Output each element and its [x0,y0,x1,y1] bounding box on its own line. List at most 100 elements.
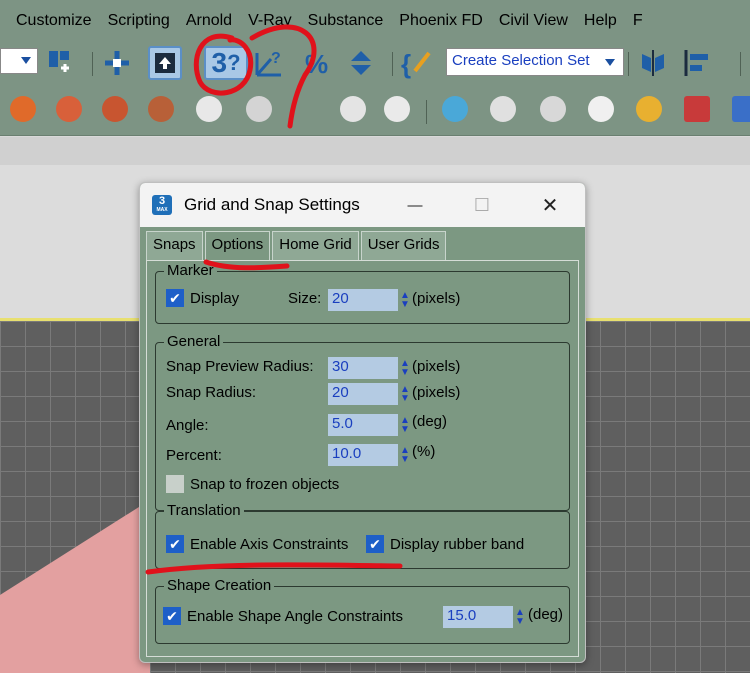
menu-vray[interactable]: V-Ray [232,12,292,30]
snaps-toggle-icon[interactable]: 3? [204,46,248,80]
shape-creation-group: Shape Creation ✔ Enable Shape Angle Cons… [155,577,570,644]
angle-unit: (deg) [412,413,448,430]
display-checkbox[interactable]: ✔ Display [166,289,239,307]
fire-delete-icon[interactable] [56,96,82,122]
spinner-arrows-icon[interactable]: ▲ ▼ [515,606,525,628]
spinner-arrows-icon[interactable]: ▲ ▼ [400,444,410,466]
select-and-link-icon[interactable] [44,46,78,80]
glass-icon[interactable] [540,96,566,122]
snap-frozen-label: Snap to frozen objects [190,475,340,493]
translation-group: Translation ✔ Enable Axis Constraints ✔ … [155,502,570,569]
smoke-icon[interactable] [102,96,128,122]
shape-angle-spinner[interactable]: 15.0 ▲ ▼ [443,606,525,628]
align-icon[interactable] [680,46,714,80]
percent-spinner[interactable]: 10.0 ▲ ▼ [328,444,410,466]
spinner-snap-icon[interactable] [344,46,378,80]
menu-substance[interactable]: Substance [292,12,384,30]
angle-snap-icon[interactable]: ? [252,46,286,80]
tab-user-grids[interactable]: User Grids [360,231,447,261]
secondary-toolbar [0,86,750,136]
maximize-button[interactable]: ☐ [452,183,512,227]
snap-preview-radius-unit: (pixels) [412,358,461,375]
grid-snap-settings-dialog: 3 MAX Grid and Snap Settings — ☐ ✕ Snaps … [139,182,586,663]
liquid-icon[interactable] [246,96,272,122]
fire-icon[interactable] [10,96,36,122]
spinner-arrows-icon[interactable]: ▲ ▼ [400,357,410,379]
chevron-down-icon [21,57,31,64]
menu-arnold[interactable]: Arnold [170,12,232,30]
main-toolbar: 3? ? % { Create Selection Set [0,42,750,86]
general-group: General Snap Preview Radius: 30 ▲ ▼ (pixe… [155,333,570,511]
3dsmax-app-icon: 3 MAX [152,195,172,215]
mirror-icon[interactable] [636,46,670,80]
tornado-icon[interactable] [196,96,222,122]
spinner-arrows-icon[interactable]: ▲ ▼ [400,383,410,405]
pink-object[interactable] [0,500,150,673]
tab-snaps[interactable]: Snaps [146,231,203,261]
marker-group-title: Marker [164,262,217,279]
snap-radius-unit: (pixels) [412,384,461,401]
axis-constraints-label: Enable Axis Constraints [190,535,349,553]
brush-icon[interactable] [384,96,410,122]
palm-icon[interactable] [684,96,710,122]
dialog-titlebar[interactable]: 3 MAX Grid and Snap Settings — ☐ ✕ [140,183,585,227]
selection-set-dropdown[interactable]: Create Selection Set [446,48,624,76]
shape-angle-unit: (deg) [528,606,564,623]
display-label: Display [190,289,240,307]
edit-named-selection-icon[interactable]: { [400,46,434,80]
chevron-down-icon [605,59,615,66]
smoke-delete-icon[interactable] [148,96,174,122]
menu-customize[interactable]: Customize [0,12,92,30]
shape-angle-constraints-checkbox[interactable]: ✔ Enable Shape Angle Constraints [163,607,403,625]
unchecked-box-icon [166,475,184,493]
axis-constraints-checkbox[interactable]: ✔ Enable Axis Constraints [166,535,348,553]
select-object-icon[interactable] [148,46,182,80]
snap-preview-radius-label: Snap Preview Radius: [166,358,314,375]
spinner-arrows-icon[interactable]: ▲ ▼ [400,289,410,311]
cup-icon[interactable] [588,96,614,122]
sand-icon[interactable] [636,96,662,122]
size-spinner[interactable]: 20 ▲ ▼ [328,289,410,311]
close-button[interactable]: ✕ [520,183,580,227]
minimize-button[interactable]: — [385,183,445,227]
menu-bar: Customize Scripting Arnold V-Ray Substan… [0,0,750,42]
check-icon: ✔ [166,535,184,553]
marker-group: Marker ✔ Display Size: 20 ▲ ▼ (pixels) [155,262,570,324]
menu-civil-view[interactable]: Civil View [483,12,568,30]
general-group-title: General [164,333,224,350]
move-icon[interactable] [100,46,134,80]
tap-icon[interactable] [490,96,516,122]
tab-home-grid[interactable]: Home Grid [272,231,359,261]
spinner-arrows-icon[interactable]: ▲ ▼ [400,414,410,436]
rubber-band-checkbox[interactable]: ✔ Display rubber band [366,535,524,553]
snap-radius-spinner[interactable]: 20 ▲ ▼ [328,383,410,405]
panel-icon[interactable] [732,96,750,122]
percent-snap-icon[interactable]: % [302,46,336,80]
snap-frozen-checkbox[interactable]: Snap to frozen objects [166,475,339,493]
check-icon: ✔ [166,289,184,307]
translation-group-title: Translation [164,502,244,519]
check-icon: ✔ [366,535,384,553]
menu-phoenix-fd[interactable]: Phoenix FD [383,12,483,30]
angle-label: Angle: [166,417,209,434]
menu-scripting[interactable]: Scripting [92,12,170,30]
shape-creation-group-title: Shape Creation [164,577,275,594]
snap-preview-radius-spinner[interactable]: 30 ▲ ▼ [328,357,410,379]
dialog-title: Grid and Snap Settings [184,195,360,214]
ribbon-band [0,137,750,165]
tab-options[interactable]: Options [204,231,271,261]
dialog-tabs: Snaps Options Home Grid User Grids [146,231,448,261]
percent-unit: (%) [412,443,436,460]
wind-icon[interactable] [340,96,366,122]
shape-angle-constraints-label: Enable Shape Angle Constraints [187,607,403,625]
menu-help[interactable]: Help [568,12,617,30]
angle-spinner[interactable]: 5.0 ▲ ▼ [328,414,410,436]
size-label: Size: [288,290,322,307]
ocean-icon[interactable] [442,96,468,122]
options-pane: Marker ✔ Display Size: 20 ▲ ▼ (pixels) Ge… [146,260,579,657]
toolbar-dropdown[interactable] [0,48,38,74]
menu-f[interactable]: F [617,12,643,30]
check-icon: ✔ [163,607,181,625]
snap-radius-label: Snap Radius: [166,384,257,401]
svg-text:%: % [305,49,328,79]
